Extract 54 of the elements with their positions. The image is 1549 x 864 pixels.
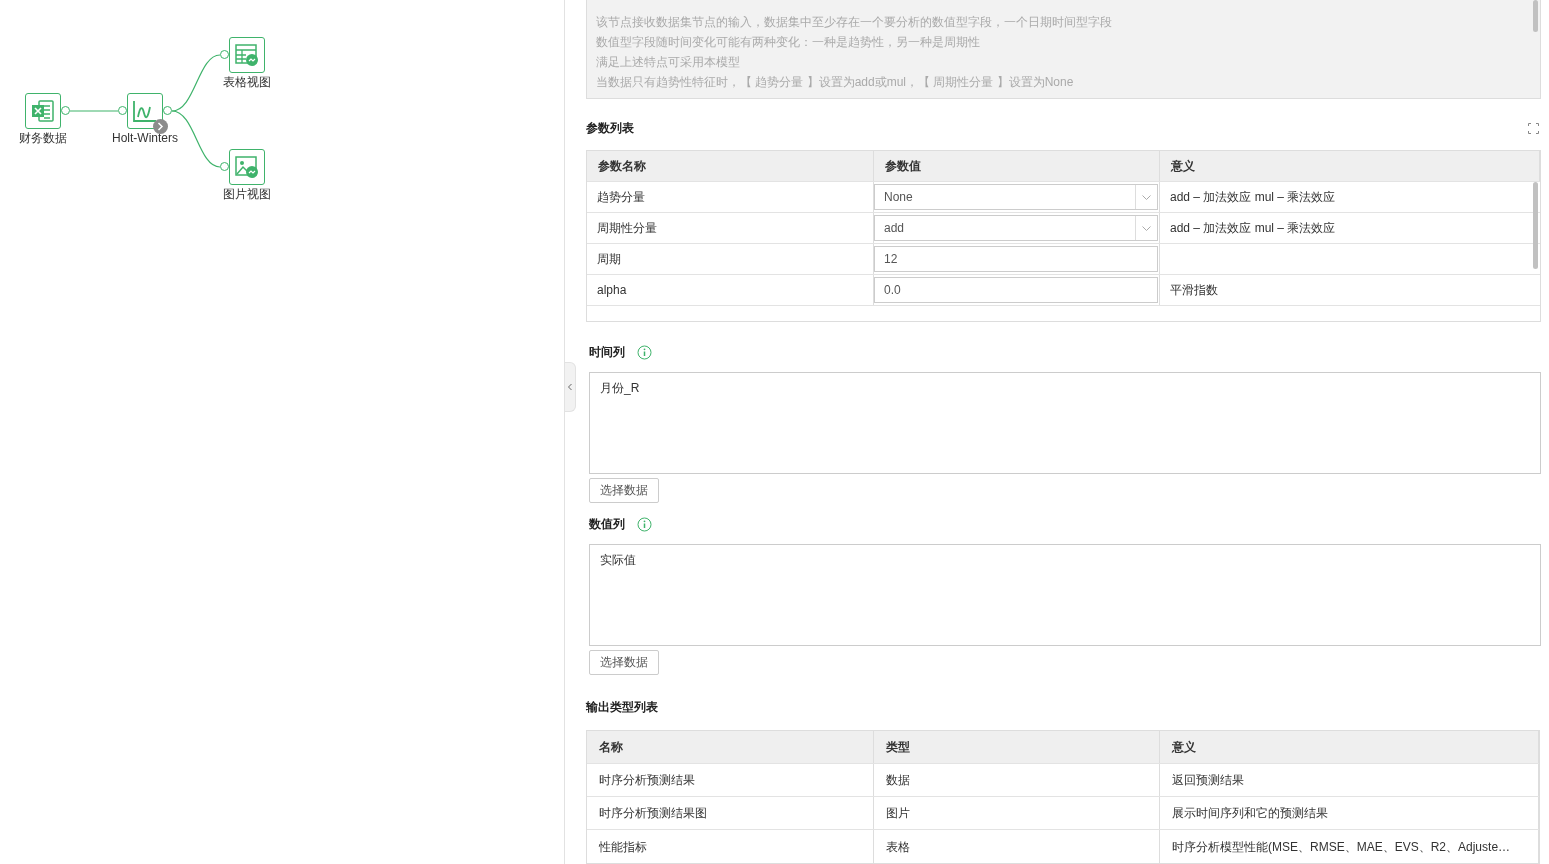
workflow-node[interactable] xyxy=(229,149,265,185)
collapse-handle[interactable] xyxy=(565,362,576,412)
field-label: 时间列 xyxy=(589,344,625,361)
table-cell: 图片 xyxy=(874,797,1160,829)
spreadsheet-icon xyxy=(30,99,56,123)
line-chart-icon xyxy=(132,99,158,123)
table-cell: 时序分析模型性能(MSE、RMSE、MAE、EVS、R2、Adjuste… xyxy=(1160,830,1539,863)
description-text: 该节点接收数据集节点的输入，数据集中至少存在一个要分析的数值型字段，一个日期时间型字段 xyxy=(596,14,1113,31)
select-data-button[interactable]: 选择数据 xyxy=(589,478,659,503)
node-label: Holt-Winters xyxy=(112,131,178,145)
table-cell-text: add – 加法效应 mul – 乘法效应 xyxy=(1170,189,1336,206)
run-icon[interactable] xyxy=(153,119,168,134)
text-area[interactable]: 月份_R xyxy=(589,372,1541,474)
image-chart-icon xyxy=(234,155,260,179)
connector-line xyxy=(171,54,221,112)
column-header: 参数名称 xyxy=(587,151,874,181)
description-text: 数值型字段随时间变化可能有两种变化：一种是趋势性，另一种是周期性 xyxy=(596,34,981,51)
column-header: 意义 xyxy=(1160,151,1540,181)
table-cell: 数据 xyxy=(874,764,1160,796)
node-label: 图片视图 xyxy=(223,187,271,201)
dropdown[interactable]: None xyxy=(874,184,1158,210)
input-field[interactable]: 0.0 xyxy=(874,277,1158,303)
node-label: 表格视图 xyxy=(223,75,271,89)
fullscreen-icon[interactable] xyxy=(1528,122,1539,134)
column-header: 名称 xyxy=(587,731,874,763)
column-header: 意义 xyxy=(1160,731,1539,763)
table-chart-icon xyxy=(234,43,260,67)
select-data-button[interactable]: 选择数据 xyxy=(589,650,659,675)
info-icon[interactable] xyxy=(637,516,652,532)
workflow-node[interactable] xyxy=(127,93,163,129)
table-cell-text: 平滑指数 xyxy=(1170,282,1218,299)
section-title: 参数列表 xyxy=(586,120,634,137)
table-cell: 性能指标 xyxy=(587,830,874,863)
scrollbar[interactable] xyxy=(1533,182,1538,269)
column-header: 参数值 xyxy=(874,151,1160,181)
scrollbar[interactable] xyxy=(1533,0,1538,32)
table-cell: 表格 xyxy=(874,830,1160,863)
field-label: 数值列 xyxy=(589,516,625,533)
text-area[interactable]: 实际值 xyxy=(589,544,1541,646)
node-label: 财务数据 xyxy=(19,131,67,145)
table-cell: 时序分析预测结果图 xyxy=(587,797,874,829)
workflow-node[interactable] xyxy=(229,37,265,73)
section-title: 输出类型列表 xyxy=(586,699,659,716)
dropdown[interactable]: add xyxy=(874,215,1158,241)
workflow-node[interactable] xyxy=(25,93,61,129)
table-cell: 时序分析预测结果 xyxy=(587,764,874,796)
column-header: 类型 xyxy=(874,731,1160,763)
input-field[interactable]: 12 xyxy=(874,246,1158,272)
info-icon[interactable] xyxy=(637,344,652,360)
table-cell: 展示时间序列和它的预测结果 xyxy=(1160,797,1539,829)
description-text: 当数据只有趋势性特征时，【 趋势分量 】设置为add或mul，【 周期性分量 】设置为None xyxy=(596,74,1075,91)
table-cell: 返回预测结果 xyxy=(1160,764,1539,796)
table-cell-text: add – 加法效应 mul – 乘法效应 xyxy=(1170,220,1336,237)
connector-line xyxy=(69,110,119,112)
